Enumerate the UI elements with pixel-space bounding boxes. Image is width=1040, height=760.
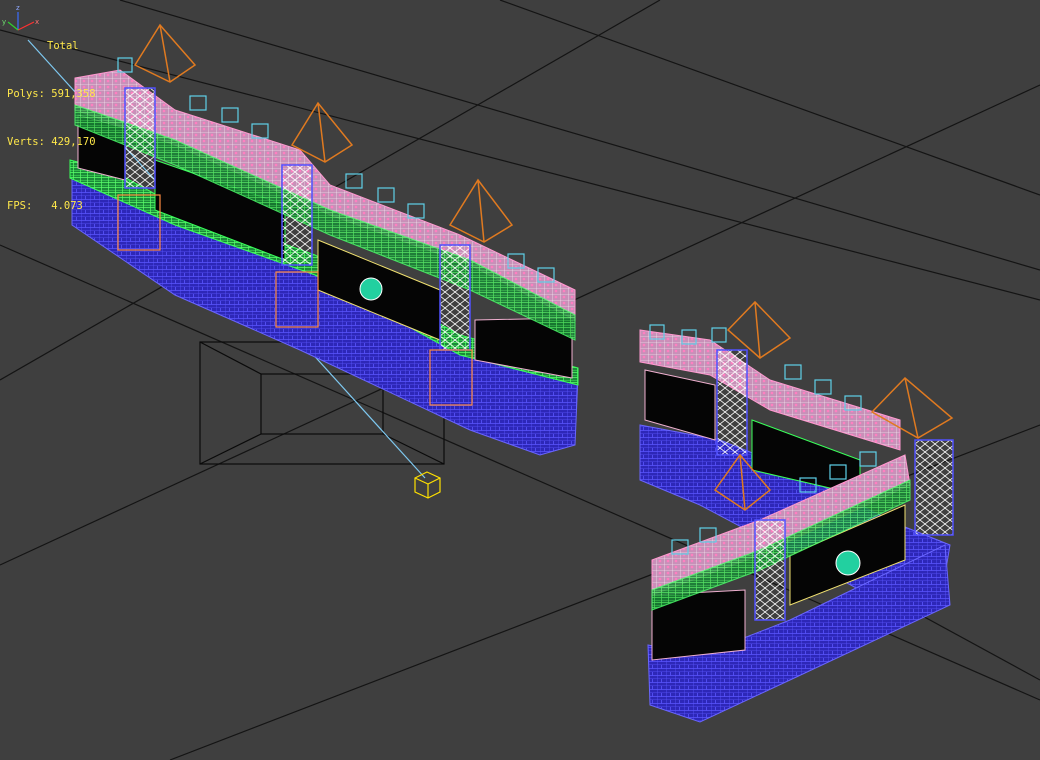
- stats-fps: FPS: 4.073: [7, 198, 96, 214]
- polys-label: Polys:: [7, 88, 45, 100]
- polys-value: 591,358: [51, 88, 96, 100]
- y-label: y: [2, 18, 6, 26]
- castle-wall-left[interactable]: [69, 23, 579, 456]
- light-helper[interactable]: [414, 471, 441, 499]
- wall-right-emblem: [835, 550, 861, 576]
- perspective-viewport[interactable]: Total Polys: 591,358 Verts: 429,170 FPS:…: [0, 0, 1040, 760]
- fps-label: FPS:: [7, 200, 33, 212]
- verts-label: Verts:: [7, 136, 45, 148]
- x-label: x: [35, 18, 39, 26]
- viewport-canvas[interactable]: [0, 0, 1040, 760]
- fps-value: 4.073: [51, 200, 83, 212]
- stats-verts: Verts: 429,170: [7, 134, 96, 150]
- z-label: z: [16, 4, 20, 12]
- stats-polys: Polys: 591,358: [7, 86, 96, 102]
- verts-value: 429,170: [51, 136, 96, 148]
- castle-wall-right[interactable]: [639, 300, 954, 723]
- axis-gizmo: z x y: [2, 4, 39, 31]
- y-axis: [7, 21, 19, 31]
- x-axis: [17, 21, 35, 31]
- wall-left-emblem: [359, 277, 383, 301]
